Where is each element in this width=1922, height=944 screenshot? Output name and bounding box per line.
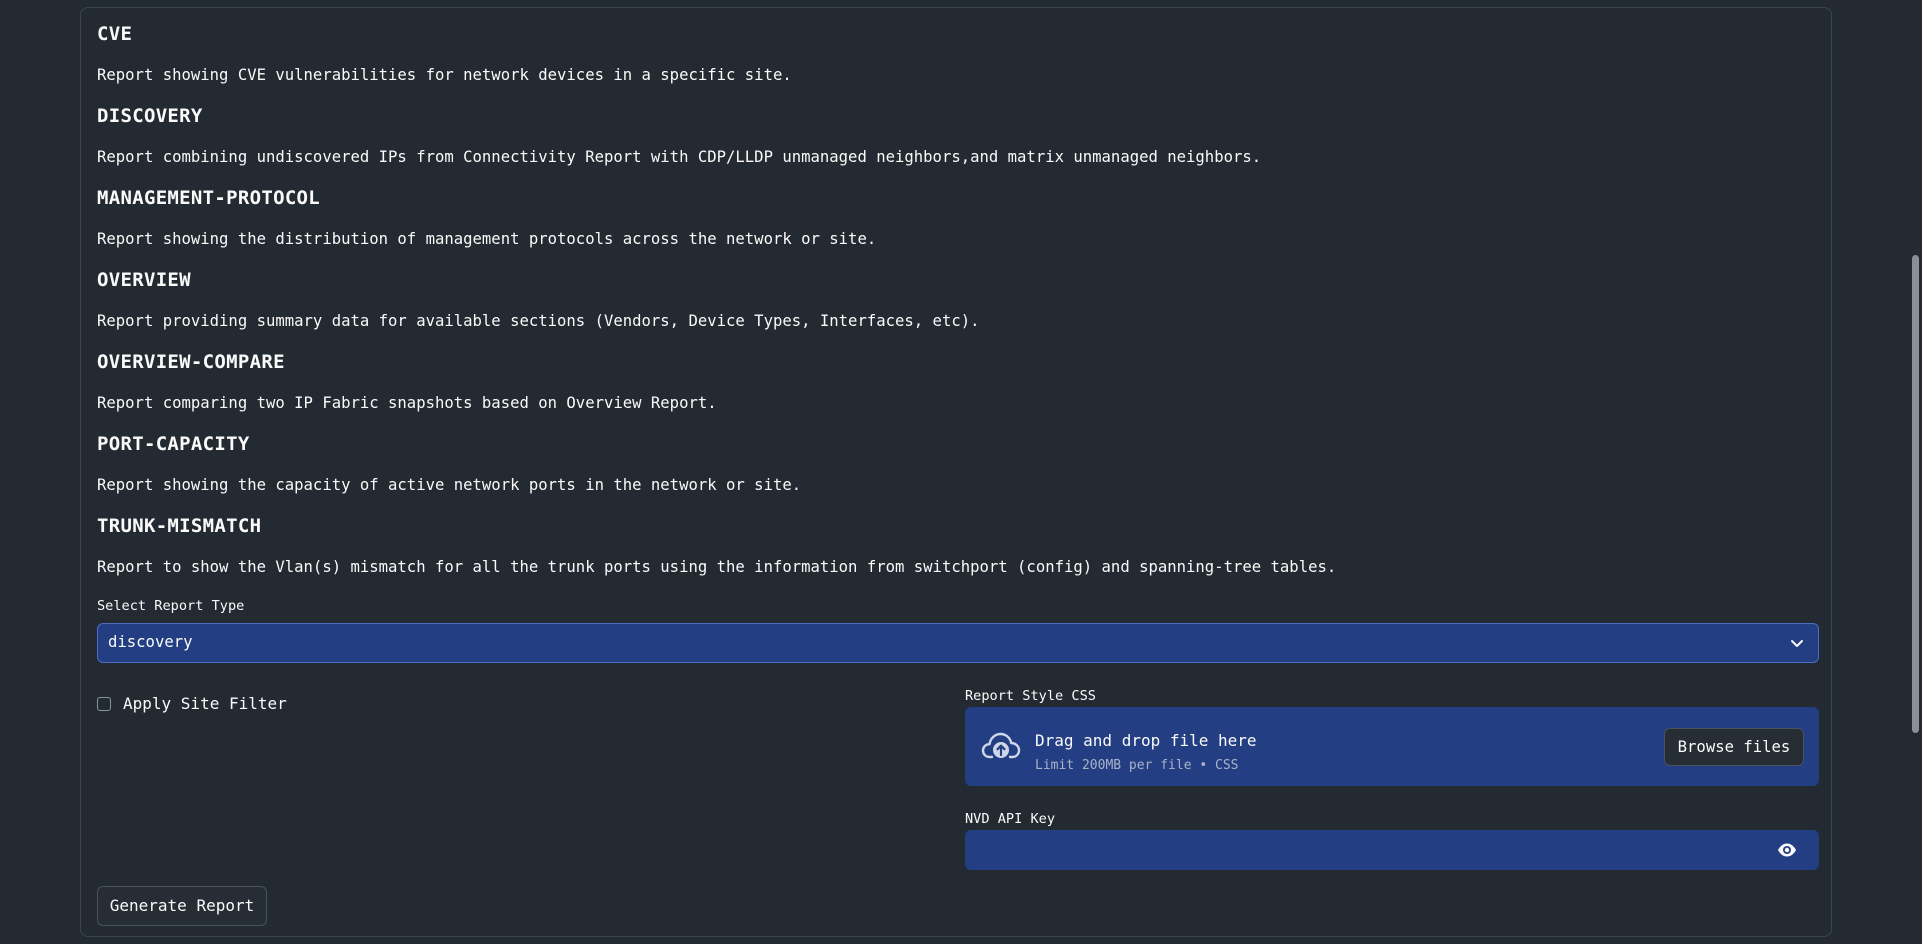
report-desc-discovery: Report combining undiscovered IPs from C… <box>97 148 1262 166</box>
report-desc-management-protocol: Report showing the distribution of manag… <box>97 230 877 248</box>
report-desc-trunk-mismatch: Report to show the Vlan(s) mismatch for … <box>97 558 1337 576</box>
report-heading-port-capacity: PORT-CAPACITY <box>97 433 250 455</box>
nvd-api-key-field <box>965 830 1819 870</box>
nvd-api-key-label: NVD API Key <box>965 811 1056 827</box>
report-heading-trunk-mismatch: TRUNK-MISMATCH <box>97 515 262 537</box>
report-type-selected-value: discovery <box>108 633 193 651</box>
generate-report-button[interactable]: Generate Report <box>97 886 267 926</box>
report-type-select[interactable]: discovery <box>97 623 1819 663</box>
report-desc-overview: Report providing summary data for availa… <box>97 312 980 330</box>
cloud-upload-icon <box>981 732 1021 759</box>
report-desc-cve: Report showing CVE vulnerabilities for n… <box>97 66 792 84</box>
report-heading-cve: CVE <box>97 23 133 45</box>
page-scrollbar[interactable] <box>1908 0 1922 944</box>
browse-files-button[interactable]: Browse files <box>1664 728 1804 766</box>
report-heading-overview-compare: OVERVIEW-COMPARE <box>97 351 285 373</box>
report-type-label: Select Report Type <box>97 598 245 614</box>
site-filter-label: Apply Site Filter <box>123 694 287 713</box>
dropzone-limit: Limit 200MB per file • CSS <box>1035 758 1239 773</box>
css-upload-label: Report Style CSS <box>965 688 1096 704</box>
report-heading-management-protocol: MANAGEMENT-PROTOCOL <box>97 187 321 209</box>
report-heading-overview: OVERVIEW <box>97 269 191 291</box>
css-file-dropzone[interactable]: Drag and drop file here Limit 200MB per … <box>965 707 1819 786</box>
dropzone-instruction: Drag and drop file here <box>1035 731 1257 750</box>
report-panel: CVE Report showing CVE vulnerabilities f… <box>80 7 1832 937</box>
report-desc-overview-compare: Report comparing two IP Fabric snapshots… <box>97 394 717 412</box>
site-filter-checkbox[interactable] <box>97 697 111 711</box>
chevron-down-icon <box>1791 640 1803 647</box>
eye-icon[interactable] <box>1777 841 1797 859</box>
report-heading-discovery: DISCOVERY <box>97 105 203 127</box>
nvd-api-key-input[interactable] <box>965 830 1765 870</box>
scrollbar-thumb[interactable] <box>1912 255 1919 733</box>
report-desc-port-capacity: Report showing the capacity of active ne… <box>97 476 802 494</box>
